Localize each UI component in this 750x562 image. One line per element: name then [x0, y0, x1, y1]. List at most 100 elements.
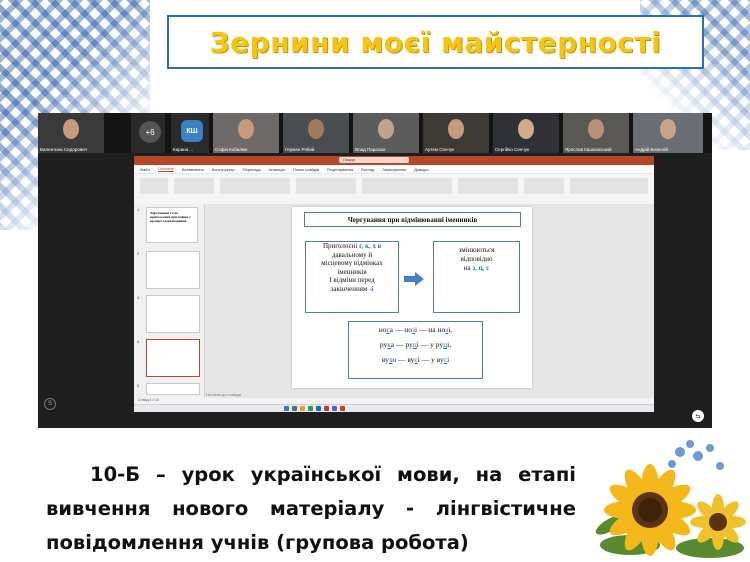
rule-letters: з, ц, с	[472, 264, 490, 272]
rule-box-right: змінюються відповідно на з, ц, с	[433, 241, 520, 313]
ribbon-group-voice[interactable]	[524, 178, 564, 194]
participant-tile[interactable]: Андрій Безногій	[633, 113, 703, 153]
arrow-right-icon	[404, 272, 424, 286]
slide-thumbnail[interactable]: Чергування ї з/зи приголосних при змінах…	[146, 207, 198, 243]
ppt-search-input[interactable]: Пошук	[339, 157, 409, 163]
participant-tile[interactable]: КШ Карина ...	[171, 113, 209, 153]
slide-thumbnail-selected[interactable]	[146, 339, 200, 377]
ribbon-group-paragraph[interactable]	[296, 178, 356, 194]
participant-name: Андрій Безногій	[635, 147, 668, 152]
edge-icon[interactable]	[316, 406, 321, 411]
slide-thumbnail[interactable]	[146, 295, 200, 333]
participant-tile[interactable]: Сергійко Сенчук	[493, 113, 559, 153]
ribbon-group-font[interactable]	[220, 178, 290, 194]
participant-name: Влад Парасюк	[355, 147, 386, 152]
menu-help[interactable]: Довідка	[414, 167, 428, 172]
more-count: +6	[139, 121, 161, 143]
participant-video	[378, 119, 394, 139]
ribbon-group-designer[interactable]	[570, 178, 648, 194]
slide-canvas: Чергування при відмінюванні іменників Пр…	[292, 207, 532, 388]
participant-tile[interactable]: Софія Кобилюк	[213, 113, 279, 153]
participant-video	[518, 119, 534, 139]
participant-name: Артем Сенчук	[425, 147, 455, 152]
ppt-workspace: 1 Чергування ї з/зи приголосних при змін…	[134, 204, 654, 398]
rule-box-left: Приголосні г, к, х в давальному й місцев…	[305, 241, 399, 313]
thumb-number: 2	[137, 251, 140, 256]
video-call-screenshot: Валентина Сидорович +6 КШ Карина ... Софі…	[38, 113, 712, 428]
participant-name: Сергійко Сенчук	[495, 147, 529, 152]
start-icon[interactable]	[284, 406, 289, 411]
ribbon-group-clipboard[interactable]	[140, 178, 168, 194]
slide-thumbnails-pane: 1 Чергування ї з/зи приголосних при змін…	[134, 204, 205, 398]
notes-field[interactable]: Нотатки до слайда	[206, 392, 241, 397]
caption-line: повідомлення учнів (групова робота)	[46, 531, 469, 554]
menu-view[interactable]: Вигляд	[361, 167, 374, 172]
participant-video	[308, 119, 324, 139]
participant-video	[448, 119, 464, 139]
menu-slideshow[interactable]: Показ слайдів	[293, 167, 319, 172]
app-icon[interactable]	[340, 406, 345, 411]
explorer-icon[interactable]	[300, 406, 305, 411]
chrome-icon[interactable]	[308, 406, 313, 411]
ribbon-group-editing[interactable]	[458, 178, 518, 194]
participant-video	[588, 119, 604, 139]
rule-text: іменників	[337, 267, 367, 276]
avatar: КШ	[181, 120, 203, 142]
rule-text: давальному й	[331, 250, 373, 259]
participant-tile[interactable]: Ярослав Кашковський	[563, 113, 629, 153]
slide-counter: Слайд 4 з 10	[138, 398, 159, 402]
windows-taskbar	[134, 404, 654, 412]
example-line: нога — нозі — на нозі,	[378, 325, 453, 334]
powerpoint-window: Пошук Файл Основне Вставлення Конструкто…	[134, 156, 654, 412]
participant-video	[238, 119, 254, 139]
more-participants-tile[interactable]: +6	[131, 113, 165, 153]
participant-name: Герман Рябий	[285, 147, 315, 152]
caption-text: 10-Б – урок української мови, на етапі в…	[46, 458, 576, 560]
participant-name: Ярослав Кашковський	[565, 147, 612, 152]
menu-insert[interactable]: Вставлення	[182, 167, 204, 172]
participant-video	[660, 119, 676, 139]
participant-name: Софія Кобилюк	[215, 147, 248, 152]
rule-text: в	[376, 242, 382, 250]
examples-box: нога — нозі — на нозі, рука — руці — у р…	[348, 321, 483, 379]
share-screen-icon[interactable]: ⇆	[692, 410, 704, 422]
participant-name: Валентина Сидорович	[40, 147, 88, 152]
ppt-ribbon	[134, 174, 654, 205]
participant-strip: Валентина Сидорович +6 КШ Карина ... Софі…	[38, 113, 712, 153]
recording-icon[interactable]: S	[44, 398, 56, 410]
rule-text: відповідно	[460, 255, 493, 263]
powerpoint-icon[interactable]	[324, 406, 329, 411]
menu-design[interactable]: Конструктор	[212, 167, 235, 172]
participant-tile[interactable]: Валентина Сидорович	[38, 113, 104, 153]
example-line: рука — руці — у руці,	[379, 340, 452, 349]
ribbon-group-slides[interactable]	[174, 178, 214, 194]
rule-text: Приголосні	[322, 242, 360, 250]
menu-record[interactable]: Записування	[382, 167, 406, 172]
thumb-number: 3	[137, 295, 140, 300]
search-icon[interactable]	[292, 406, 297, 411]
menu-review[interactable]: Рецензування	[327, 167, 353, 172]
thumb-number: 5	[137, 383, 140, 388]
menu-animations[interactable]: Анімація	[269, 167, 285, 172]
sunflower-bouquet-icon	[595, 440, 746, 558]
ribbon-group-drawing[interactable]	[362, 178, 452, 194]
menu-file[interactable]: Файл	[140, 167, 150, 172]
title-banner: Зернини моєї майстерності	[167, 15, 704, 69]
slide-thumbnail[interactable]	[146, 383, 200, 395]
participant-tile[interactable]: Влад Парасюк	[353, 113, 419, 153]
participant-video	[63, 119, 79, 139]
slide-thumbnail[interactable]	[146, 251, 200, 289]
rule-text: закінченням	[330, 284, 370, 293]
menu-home[interactable]: Основне	[157, 166, 174, 172]
participant-tile[interactable]: Герман Рябий	[283, 113, 349, 153]
ppt-titlebar: Пошук	[134, 156, 654, 165]
ppt-menu-bar: Файл Основне Вставлення Конструктор Пере…	[134, 165, 654, 174]
teams-icon[interactable]	[332, 406, 337, 411]
menu-transitions[interactable]: Переходи	[243, 167, 261, 172]
example-line: вухо — вусі — у вусі	[381, 355, 450, 364]
rule-text: місцевому відмінках	[321, 259, 383, 267]
page-title: Зернини моєї майстерності	[209, 25, 662, 59]
thumb-number: 4	[137, 339, 140, 344]
participant-tile[interactable]: Артем Сенчук	[423, 113, 489, 153]
rule-text: змінюються	[458, 246, 495, 254]
